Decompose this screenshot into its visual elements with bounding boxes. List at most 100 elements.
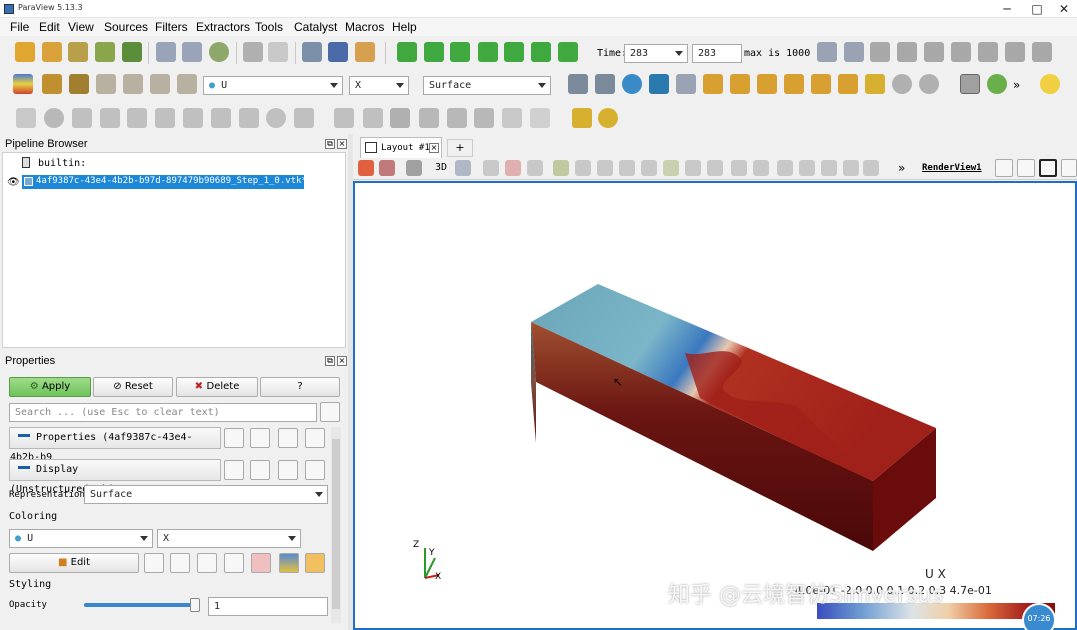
histogram-icon[interactable] xyxy=(390,108,410,128)
grow-selection-icon[interactable] xyxy=(685,160,701,176)
reset-closest-icon[interactable] xyxy=(649,74,669,94)
menu-extractors[interactable]: Extractors xyxy=(196,20,250,34)
save-display-icon[interactable] xyxy=(305,460,325,480)
menu-edit[interactable]: Edit xyxy=(39,20,60,34)
close-properties-icon[interactable]: × xyxy=(337,356,347,366)
undo-camera-icon[interactable] xyxy=(156,42,176,62)
menu-view[interactable]: View xyxy=(68,20,94,34)
select-frustum-icon[interactable] xyxy=(527,160,543,176)
find-data-icon[interactable] xyxy=(817,42,837,62)
stream-tracer-icon[interactable] xyxy=(211,108,231,128)
menu-filters[interactable]: Filters xyxy=(155,20,188,34)
cell-label-icon[interactable] xyxy=(821,160,837,176)
ruler-icon[interactable] xyxy=(572,108,592,128)
menu-tools[interactable]: Tools xyxy=(255,20,283,34)
color-array-combo[interactable]: ● U xyxy=(203,76,343,95)
toggle-color-legend-icon[interactable] xyxy=(279,553,299,573)
query-help-icon[interactable] xyxy=(843,160,859,176)
representation-select[interactable]: Surface xyxy=(84,485,328,504)
color-palette-icon[interactable] xyxy=(355,42,375,62)
undo-icon[interactable] xyxy=(243,42,263,62)
interactive-select-cells-icon[interactable] xyxy=(597,160,613,176)
extract-level-icon[interactable] xyxy=(294,108,314,128)
split-horizontal-icon[interactable] xyxy=(995,159,1013,177)
save-data-icon[interactable] xyxy=(68,42,88,62)
hover-points-icon[interactable] xyxy=(641,160,657,176)
rotate-cw-icon[interactable] xyxy=(892,74,912,94)
temporal-stats-icon[interactable] xyxy=(474,108,494,128)
rescale-data-range-icon[interactable] xyxy=(144,553,164,573)
play-icon[interactable] xyxy=(478,42,498,62)
save-defaults-icon[interactable] xyxy=(305,428,325,448)
group-datasets-icon[interactable] xyxy=(266,108,286,128)
view-zoom-icon[interactable] xyxy=(455,160,471,176)
view-minus-y-icon[interactable] xyxy=(784,74,804,94)
zoom-to-box-icon[interactable] xyxy=(622,74,642,94)
plot-data-icon[interactable] xyxy=(363,108,383,128)
reset-camera-icon[interactable] xyxy=(568,74,588,94)
view-minus-x-icon[interactable] xyxy=(730,74,750,94)
connect-icon[interactable] xyxy=(95,42,115,62)
layout-tab[interactable]: Layout #1 × xyxy=(360,137,442,158)
rescale-temporal-all-icon[interactable] xyxy=(177,74,197,94)
visibility-eye-icon[interactable]: 👁 xyxy=(7,177,20,188)
rescale-custom-icon[interactable] xyxy=(69,74,89,94)
mesh-quality-icon[interactable] xyxy=(502,108,522,128)
view-plus-x-icon[interactable] xyxy=(703,74,723,94)
first-frame-icon[interactable] xyxy=(397,42,417,62)
contour-icon[interactable] xyxy=(44,108,64,128)
slice-icon[interactable] xyxy=(100,108,120,128)
close-button[interactable]: ✕ xyxy=(1050,0,1077,18)
help-button[interactable]: ? xyxy=(260,377,340,397)
paste-properties-icon[interactable] xyxy=(250,428,270,448)
camera-3-icon[interactable] xyxy=(924,42,944,62)
delete-button[interactable]: ✖ Delete xyxy=(176,377,258,397)
screenshot-icon[interactable] xyxy=(328,42,348,62)
camera-7-icon[interactable] xyxy=(1032,42,1052,62)
camera-1-icon[interactable] xyxy=(870,42,890,62)
plot-global-icon[interactable] xyxy=(447,108,467,128)
view-plus-y-icon[interactable] xyxy=(757,74,777,94)
menu-catalyst[interactable]: Catalyst xyxy=(294,20,337,34)
maximize-view-icon[interactable] xyxy=(1039,159,1057,177)
python-calculator-icon[interactable] xyxy=(530,108,550,128)
open-icon[interactable] xyxy=(15,42,35,62)
split-capture-icon[interactable] xyxy=(358,160,374,176)
calculator-icon[interactable] xyxy=(16,108,36,128)
opacity-slider-track[interactable] xyxy=(84,598,200,612)
center-axes-icon[interactable] xyxy=(960,74,980,94)
rescale-custom-range-icon[interactable] xyxy=(170,553,190,573)
select-cells-icon[interactable] xyxy=(483,160,499,176)
reverse-play-icon[interactable] xyxy=(450,42,470,62)
rotate-ccw-icon[interactable] xyxy=(919,74,939,94)
pipeline-item-selected[interactable]: 4af9387c-43e4-4b2b-b97d-897479b90689_Ste… xyxy=(22,175,307,189)
split-vertical-icon[interactable] xyxy=(1017,159,1035,177)
menu-macros[interactable]: Macros xyxy=(345,20,384,34)
warp-by-vector-icon[interactable] xyxy=(239,108,259,128)
properties-scrollbar[interactable] xyxy=(331,427,341,623)
protractor-icon[interactable] xyxy=(598,108,618,128)
restore-display-icon[interactable] xyxy=(278,460,298,480)
select-polygon-icon[interactable] xyxy=(553,160,569,176)
close-layout-tab-icon[interactable]: × xyxy=(429,143,439,153)
maximize-button[interactable]: □ xyxy=(1023,0,1051,18)
copy-properties-icon[interactable] xyxy=(224,428,244,448)
threshold-icon[interactable] xyxy=(127,108,147,128)
toolbar-overflow-icon[interactable]: » xyxy=(1013,78,1020,92)
light-kit-icon[interactable] xyxy=(1040,74,1060,94)
pick-center-icon[interactable] xyxy=(987,74,1007,94)
rescale-temporal-icon[interactable] xyxy=(123,74,143,94)
clip-icon[interactable] xyxy=(72,108,92,128)
rescale-visible-icon[interactable] xyxy=(96,74,116,94)
query-icon[interactable] xyxy=(844,42,864,62)
point-label-icon[interactable] xyxy=(799,160,815,176)
extract-subset-icon[interactable] xyxy=(155,108,175,128)
rescale-temporal-range-icon[interactable] xyxy=(197,553,217,573)
copy-display-icon[interactable] xyxy=(224,460,244,480)
rescale-visible-range-icon[interactable] xyxy=(224,553,244,573)
interactive-select-points-icon[interactable] xyxy=(619,160,635,176)
camera-5-icon[interactable] xyxy=(978,42,998,62)
paste-display-icon[interactable] xyxy=(250,460,270,480)
interactive-zoom-icon[interactable] xyxy=(676,74,696,94)
camera-2-icon[interactable] xyxy=(897,42,917,62)
